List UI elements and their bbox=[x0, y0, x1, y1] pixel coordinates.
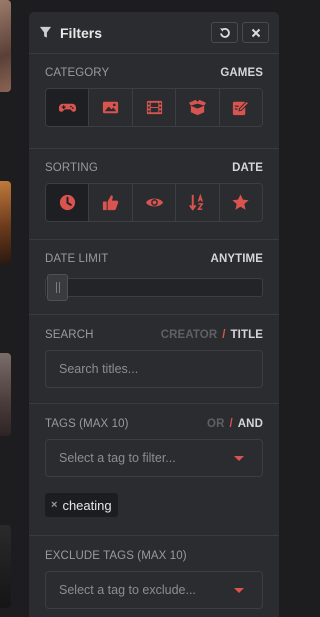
category-value: GAMES bbox=[220, 67, 263, 79]
filter-icon bbox=[39, 26, 52, 38]
sort-date-button[interactable] bbox=[46, 184, 89, 221]
search-mode-creator[interactable]: CREATOR bbox=[161, 329, 218, 341]
tag-select[interactable]: Select a tag to filter... bbox=[45, 439, 263, 477]
remove-tag-icon[interactable]: × bbox=[51, 499, 57, 511]
thumbnail[interactable] bbox=[0, 353, 11, 436]
date-limit-section: DATE LIMIT ANYTIME bbox=[29, 240, 279, 315]
sorting-section: SORTING DATE bbox=[29, 149, 279, 240]
close-button[interactable] bbox=[242, 22, 269, 43]
reset-button[interactable] bbox=[211, 22, 238, 43]
date-limit-value: ANYTIME bbox=[210, 253, 263, 265]
category-selector bbox=[45, 88, 263, 127]
search-placeholder: Search titles... bbox=[59, 362, 139, 376]
exclude-tags-section: EXCLUDE TAGS (MAX 10) Select a tag to ex… bbox=[29, 536, 279, 617]
reset-icon bbox=[219, 27, 230, 38]
category-posts-button[interactable] bbox=[218, 89, 262, 126]
category-section: CATEGORY GAMES bbox=[29, 54, 279, 149]
category-label: CATEGORY bbox=[45, 67, 110, 79]
sort-alpha-icon bbox=[189, 193, 204, 211]
background-thumbnails bbox=[0, 0, 11, 617]
search-section: SEARCH CREATOR / TITLE Search titles... bbox=[29, 315, 279, 404]
search-mode-separator: / bbox=[222, 329, 226, 341]
thumbs-up-icon bbox=[103, 195, 119, 211]
tags-label: TAGS (MAX 10) bbox=[45, 418, 129, 430]
sort-views-button[interactable] bbox=[131, 184, 176, 221]
sort-rating-button[interactable] bbox=[218, 184, 262, 221]
box-icon bbox=[188, 99, 206, 116]
sorting-label: SORTING bbox=[45, 162, 98, 174]
chevron-down-icon bbox=[234, 587, 244, 593]
gamepad-icon bbox=[58, 103, 76, 112]
search-input[interactable]: Search titles... bbox=[45, 350, 263, 388]
thumbnail[interactable] bbox=[0, 181, 11, 264]
tags-section: TAGS (MAX 10) OR / AND Select a tag to fil… bbox=[29, 404, 279, 536]
film-icon bbox=[146, 100, 162, 115]
category-assets-button[interactable] bbox=[175, 89, 219, 126]
filters-panel: Filters CATEGORY GAMES SORTING DATE DATE… bbox=[29, 12, 279, 617]
exclude-tag-select[interactable]: Select a tag to exclude... bbox=[45, 571, 263, 609]
search-label: SEARCH bbox=[45, 329, 94, 341]
eye-icon bbox=[145, 198, 163, 207]
edit-icon bbox=[233, 100, 250, 116]
panel-title: Filters bbox=[60, 24, 103, 41]
thumbnail[interactable] bbox=[0, 525, 11, 608]
sorting-selector bbox=[45, 183, 263, 222]
chevron-down-icon bbox=[234, 455, 244, 461]
date-limit-label: DATE LIMIT bbox=[45, 253, 109, 265]
sorting-value: DATE bbox=[232, 162, 263, 174]
selected-tag-label: cheating bbox=[62, 497, 112, 513]
exclude-tag-select-placeholder: Select a tag to exclude... bbox=[59, 583, 196, 597]
category-games-button[interactable] bbox=[46, 89, 89, 126]
exclude-tags-label: EXCLUDE TAGS (MAX 10) bbox=[45, 550, 187, 562]
image-icon bbox=[103, 101, 119, 114]
tag-select-placeholder: Select a tag to filter... bbox=[59, 451, 176, 465]
tags-mode-separator: / bbox=[229, 418, 233, 430]
search-mode-title[interactable]: TITLE bbox=[231, 329, 263, 341]
tags-mode-or[interactable]: OR bbox=[207, 418, 224, 430]
filters-header: Filters bbox=[29, 12, 279, 54]
category-videos-button[interactable] bbox=[131, 89, 176, 126]
sort-likes-button[interactable] bbox=[88, 184, 132, 221]
slider-handle[interactable] bbox=[47, 274, 68, 301]
star-icon bbox=[232, 194, 249, 210]
tags-mode-toggle: OR / AND bbox=[207, 418, 263, 430]
search-mode-toggle: CREATOR / TITLE bbox=[161, 329, 263, 341]
close-icon bbox=[251, 28, 260, 37]
date-limit-slider[interactable] bbox=[45, 274, 263, 301]
category-images-button[interactable] bbox=[88, 89, 132, 126]
thumbnail[interactable] bbox=[0, 0, 11, 92]
selected-tag: × cheating bbox=[45, 493, 118, 517]
tags-mode-and[interactable]: AND bbox=[238, 418, 263, 430]
clock-icon bbox=[59, 194, 75, 211]
sort-alphabetical-button[interactable] bbox=[175, 184, 219, 221]
